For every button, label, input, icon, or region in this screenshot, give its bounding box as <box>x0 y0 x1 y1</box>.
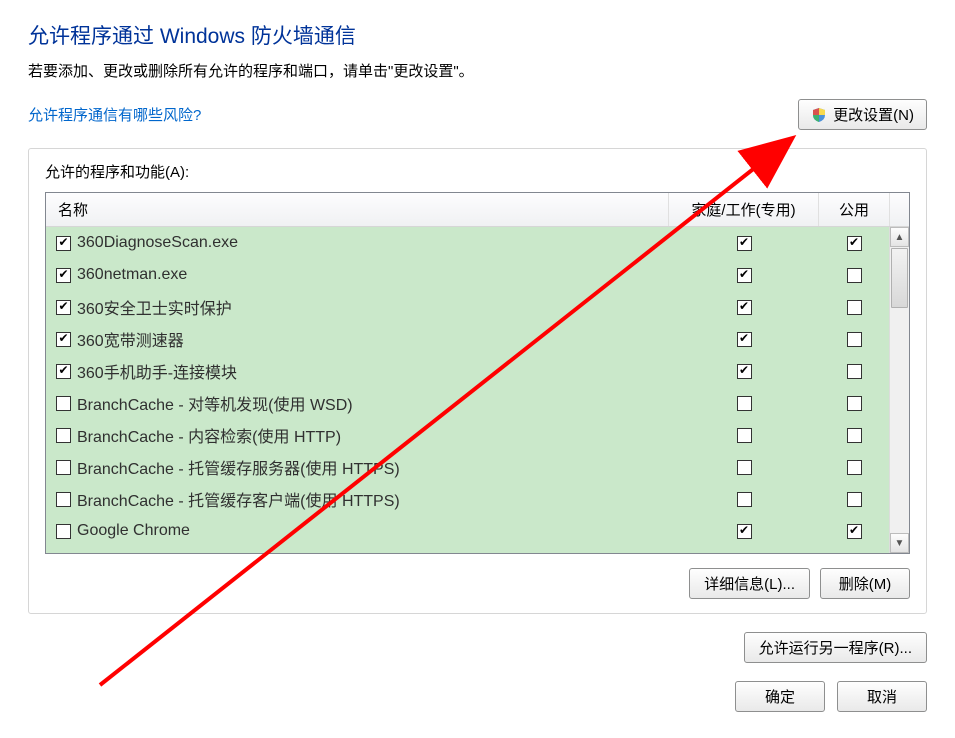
public-checkbox[interactable] <box>847 300 862 315</box>
table-row[interactable]: BranchCache - 内容检索(使用 HTTP) <box>46 419 889 451</box>
row-checkbox[interactable] <box>56 428 71 443</box>
row-label: 360手机助手-连接模块 <box>77 359 237 383</box>
row-label: BranchCache - 对等机发现(使用 WSD) <box>77 391 353 415</box>
table-row[interactable]: HP 设备安装 (HP ENVY 5660 series) <box>46 547 889 553</box>
home-checkbox[interactable] <box>737 492 752 507</box>
programs-listview[interactable]: 名称 家庭/工作(专用) 公用 360DiagnoseScan.exe 360ne… <box>45 192 910 554</box>
group-label: 允许的程序和功能(A): <box>45 161 910 182</box>
change-settings-label: 更改设置(N) <box>833 104 914 125</box>
table-row[interactable]: BranchCache - 托管缓存客户端(使用 HTTPS) <box>46 483 889 515</box>
home-checkbox[interactable] <box>737 300 752 315</box>
scroll-down-button[interactable]: ▼ <box>890 533 909 553</box>
cancel-button[interactable]: 取消 <box>837 681 927 712</box>
remove-button[interactable]: 删除(M) <box>820 568 910 599</box>
row-label: 360netman.exe <box>77 266 187 284</box>
scroll-thumb[interactable] <box>891 248 908 308</box>
row-label: Google Chrome <box>77 522 190 540</box>
column-header-public[interactable]: 公用 <box>819 193 889 226</box>
table-row[interactable]: 360安全卫士实时保护 <box>46 291 889 323</box>
public-checkbox[interactable] <box>847 396 862 411</box>
row-checkbox[interactable] <box>56 396 71 411</box>
row-label: BranchCache - 内容检索(使用 HTTP) <box>77 423 341 447</box>
page-title: 允许程序通过 Windows 防火墙通信 <box>28 20 927 50</box>
home-checkbox[interactable] <box>737 364 752 379</box>
row-checkbox[interactable] <box>56 268 71 283</box>
public-checkbox[interactable] <box>847 268 862 283</box>
home-checkbox[interactable] <box>737 396 752 411</box>
home-checkbox[interactable] <box>737 524 752 539</box>
table-row[interactable]: 360宽带测速器 <box>46 323 889 355</box>
column-header-name[interactable]: 名称 <box>46 193 669 226</box>
table-row[interactable]: 360DiagnoseScan.exe <box>46 227 889 259</box>
allowed-programs-group: 允许的程序和功能(A): 名称 家庭/工作(专用) 公用 360Diagnose… <box>28 148 927 614</box>
home-checkbox[interactable] <box>737 268 752 283</box>
row-label: HP 设备安装 (HP ENVY 5660 series) <box>77 551 339 553</box>
table-row[interactable]: BranchCache - 对等机发现(使用 WSD) <box>46 387 889 419</box>
row-checkbox[interactable] <box>56 492 71 507</box>
column-header-scroll <box>889 193 909 226</box>
change-settings-button[interactable]: 更改设置(N) <box>798 99 927 130</box>
row-checkbox[interactable] <box>56 524 71 539</box>
public-checkbox[interactable] <box>847 236 862 251</box>
table-row[interactable]: Google Chrome <box>46 515 889 547</box>
public-checkbox[interactable] <box>847 332 862 347</box>
page-subtitle: 若要添加、更改或删除所有允许的程序和端口，请单击"更改设置"。 <box>28 60 927 81</box>
scroll-track[interactable] <box>890 309 909 533</box>
column-header-home[interactable]: 家庭/工作(专用) <box>669 193 819 226</box>
details-button[interactable]: 详细信息(L)... <box>689 568 810 599</box>
row-label: BranchCache - 托管缓存服务器(使用 HTTPS) <box>77 455 400 479</box>
row-label: 360DiagnoseScan.exe <box>77 234 238 252</box>
table-row[interactable]: BranchCache - 托管缓存服务器(使用 HTTPS) <box>46 451 889 483</box>
row-label: 360安全卫士实时保护 <box>77 295 232 319</box>
shield-icon <box>811 107 827 123</box>
public-checkbox[interactable] <box>847 524 862 539</box>
home-checkbox[interactable] <box>737 236 752 251</box>
home-checkbox[interactable] <box>737 460 752 475</box>
risk-link[interactable]: 允许程序通信有哪些风险? <box>28 104 201 125</box>
scroll-up-button[interactable]: ▲ <box>890 227 909 247</box>
row-label: 360宽带测速器 <box>77 327 184 351</box>
table-row[interactable]: 360手机助手-连接模块 <box>46 355 889 387</box>
home-checkbox[interactable] <box>737 428 752 443</box>
vertical-scrollbar[interactable]: ▲ ▼ <box>889 227 909 553</box>
row-checkbox[interactable] <box>56 300 71 315</box>
row-checkbox[interactable] <box>56 332 71 347</box>
ok-button[interactable]: 确定 <box>735 681 825 712</box>
public-checkbox[interactable] <box>847 428 862 443</box>
list-header: 名称 家庭/工作(专用) 公用 <box>46 193 909 227</box>
row-checkbox[interactable] <box>56 236 71 251</box>
table-row[interactable]: 360netman.exe <box>46 259 889 291</box>
public-checkbox[interactable] <box>847 492 862 507</box>
public-checkbox[interactable] <box>847 364 862 379</box>
row-checkbox[interactable] <box>56 460 71 475</box>
home-checkbox[interactable] <box>737 332 752 347</box>
row-label: BranchCache - 托管缓存客户端(使用 HTTPS) <box>77 487 400 511</box>
row-checkbox[interactable] <box>56 364 71 379</box>
public-checkbox[interactable] <box>847 460 862 475</box>
allow-another-program-button[interactable]: 允许运行另一程序(R)... <box>744 632 927 663</box>
